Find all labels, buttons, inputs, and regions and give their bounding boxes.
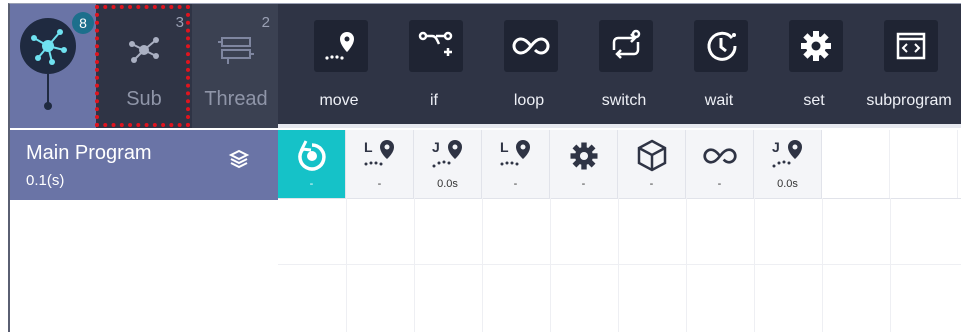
cube-icon [637,139,667,172]
linear-move-icon: L [364,139,394,166]
grid-line [278,264,961,265]
switch-icon [612,29,641,59]
move-label: move [319,92,359,109]
tab-thread[interactable]: 2 Thread [194,4,278,128]
app-frame: 8 3 Sub 2 Thread move if loop switch wai… [8,3,961,332]
command-movej[interactable]: J 0.0s [414,130,482,198]
if-label: if [430,92,438,109]
empty-slot[interactable] [822,130,890,198]
command-value: - [309,178,314,190]
joint-move-icon: J [432,139,462,168]
code-icon [896,32,926,60]
waypoint-icon [325,32,354,60]
command-prefix: J [432,139,440,155]
loop-button[interactable]: loop [484,20,574,120]
command-value: - [717,178,722,190]
command-prefix: L [500,139,509,155]
thread-icon [218,37,254,64]
switch-button[interactable]: switch [579,20,669,120]
highlight-box [95,5,190,127]
command-movel[interactable]: L - [482,130,550,198]
layers-icon[interactable] [228,148,250,170]
command-value: 0.0s [777,178,798,190]
command-movel[interactable]: L - [346,130,414,198]
grid-line [414,198,415,332]
linear-move-icon: L [500,139,530,166]
command-value: - [649,178,654,190]
main-program-bar[interactable]: Main Program 0.1(s) [10,130,278,200]
move-button[interactable]: move [294,20,384,120]
gear-icon [570,142,598,170]
command-object[interactable]: - [618,130,686,198]
infinity-icon [512,37,550,55]
program-tabs: 8 3 Sub 2 Thread [10,4,278,128]
grid-line [618,198,619,332]
branch-icon [418,31,453,56]
command-loop[interactable]: - [686,130,754,198]
grid-line [754,198,755,332]
command-set[interactable]: - [550,130,618,198]
command-row: - L - J 0.0s L - - - - J 0.0s [278,130,961,199]
switch-label: switch [601,92,647,109]
command-value: - [513,178,518,190]
gear-icon [801,31,831,61]
thread-count: 2 [261,14,270,31]
command-value: - [581,178,586,190]
joint-move-icon: J [772,139,802,168]
program-title: Main Program [26,142,152,164]
restart-icon [298,140,326,171]
clock-icon [707,31,737,61]
grid-line [686,198,687,332]
command-prefix: J [772,139,780,155]
set-button[interactable]: set [769,20,859,120]
grid-line [482,198,483,332]
command-prefix: L [364,139,373,155]
program-time: 0.1(s) [26,172,65,189]
subprogram-button[interactable]: subprogram [864,20,954,120]
command-toolbar: move if loop switch wait set subprogram [278,4,961,128]
wait-label: wait [704,92,734,109]
grid-line [822,198,823,332]
command-value: - [377,178,382,190]
thread-label: Thread [204,88,268,110]
grid-line [550,198,551,332]
tab-stem-dot [44,102,52,110]
empty-slot[interactable] [890,130,958,198]
wait-button[interactable]: wait [674,20,764,120]
grid-line [890,198,891,332]
subprogram-label: subprogram [866,92,952,109]
command-start[interactable]: - [278,130,346,198]
main-program-icon [20,18,76,74]
if-button[interactable]: if [389,20,479,120]
grid-line [346,198,347,332]
command-value: 0.0s [437,178,458,190]
set-label: set [803,92,825,109]
tab-main[interactable]: 8 [10,4,98,128]
command-movej[interactable]: J 0.0s [754,130,822,198]
loop-label: loop [513,92,545,109]
infinity-icon [703,148,737,164]
tab-stem [47,74,49,104]
main-count-badge: 8 [72,12,94,34]
